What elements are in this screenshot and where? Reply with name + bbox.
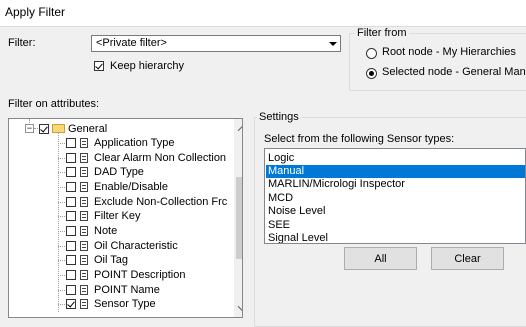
tree-item-checkbox[interactable] — [66, 197, 76, 207]
list-item[interactable]: SEE — [266, 219, 525, 232]
tree-item[interactable]: Note — [9, 224, 233, 238]
tree-item-checkbox[interactable] — [66, 299, 76, 309]
tree-item-label: Sensor Type — [94, 298, 156, 310]
tree-item-label: Exclude Non-Collection Frc — [94, 196, 228, 208]
attribute-tree[interactable]: − General Application Type Clear Alarm N… — [8, 118, 243, 318]
tree-item-checkbox[interactable] — [66, 270, 76, 280]
list-item[interactable]: MCD — [266, 192, 525, 205]
tree-item[interactable]: DAD Type — [9, 165, 233, 179]
list-item[interactable]: Manual — [266, 165, 525, 178]
list-item[interactable]: Noise Level — [266, 205, 525, 218]
selected-node-radio[interactable] — [366, 68, 377, 79]
document-icon — [80, 299, 88, 309]
collapse-icon[interactable]: − — [25, 124, 34, 133]
document-icon — [80, 285, 88, 295]
tree-item-checkbox[interactable] — [66, 211, 76, 221]
root-node-label: Root node - My Hierarchies — [382, 46, 516, 58]
tree-item-checkbox[interactable] — [66, 182, 76, 192]
tree-item[interactable]: Clear Alarm Non Collection — [9, 151, 233, 165]
filter-from-legend: Filter from — [355, 27, 409, 39]
tree-item[interactable]: Enable/Disable — [9, 180, 233, 194]
tree-item-checkbox[interactable] — [66, 153, 76, 163]
tree-group-label: General — [68, 123, 108, 135]
document-icon — [80, 270, 88, 280]
selected-node-label: Selected node - General Manu — [382, 66, 526, 78]
document-icon — [80, 226, 88, 236]
chevron-down-icon[interactable] — [326, 37, 339, 50]
tree-scroll-thumb[interactable] — [236, 177, 242, 259]
document-icon — [80, 241, 88, 251]
tree-item[interactable]: Application Type — [9, 136, 233, 150]
document-icon — [80, 255, 88, 265]
tree-item[interactable]: Oil Characteristic — [9, 239, 233, 253]
clear-button[interactable]: Clear — [431, 247, 504, 270]
filter-dropdown-value: <Private filter> — [96, 37, 167, 49]
tree-item-label: POINT Name — [94, 284, 160, 296]
tree-item-label: Filter Key — [94, 210, 141, 222]
window-title: Apply Filter — [5, 5, 66, 19]
sensor-type-list[interactable]: Logic Manual MARLIN/Micrologi Inspector … — [264, 148, 526, 244]
general-checkbox[interactable] — [39, 124, 49, 134]
sensor-types-prompt: Select from the following Sensor types: — [264, 133, 455, 145]
all-button-label: All — [374, 252, 387, 265]
tree-item-checkbox[interactable] — [66, 138, 76, 148]
tree-item[interactable]: Exclude Non-Collection Frc — [9, 195, 233, 209]
tree-item-checkbox[interactable] — [66, 241, 76, 251]
tree-item[interactable]: POINT Name — [9, 283, 233, 297]
settings-legend: Settings — [257, 111, 301, 123]
filter-from-group — [349, 33, 526, 91]
tree-item[interactable]: Oil Tag — [9, 253, 233, 267]
tree-item-label: Oil Tag — [94, 254, 129, 266]
tree-item-checkbox[interactable] — [66, 285, 76, 295]
tree-group-general[interactable]: − General — [9, 122, 233, 136]
tree-item-label: DAD Type — [94, 166, 144, 178]
tree-item-checkbox[interactable] — [66, 255, 76, 265]
document-icon — [80, 153, 88, 163]
document-icon — [80, 167, 88, 177]
list-item[interactable]: Signal Level — [266, 232, 525, 243]
document-icon — [80, 138, 88, 148]
tree-item-label: Note — [94, 225, 118, 237]
keep-hierarchy-label: Keep hierarchy — [110, 60, 184, 72]
tree-item[interactable]: Filter Key — [9, 209, 233, 223]
tree-item-label: Application Type — [94, 137, 175, 149]
tree-item-label: Enable/Disable — [94, 181, 168, 193]
tree-item-label: Clear Alarm Non Collection — [94, 152, 227, 164]
tree-item[interactable]: Sensor Type — [9, 297, 233, 311]
document-icon — [80, 211, 88, 221]
tree-item-checkbox[interactable] — [66, 167, 76, 177]
title-bar: Apply Filter — [0, 0, 526, 27]
filter-dropdown[interactable]: <Private filter> — [91, 35, 341, 52]
tree-item[interactable]: POINT Description — [9, 268, 233, 282]
document-icon — [80, 197, 88, 207]
document-icon — [80, 182, 88, 192]
list-item[interactable]: MARLIN/Micrologi Inspector — [266, 178, 525, 191]
clear-button-label: Clear — [454, 252, 481, 265]
attributes-label: Filter on attributes: — [8, 98, 100, 110]
list-item[interactable]: Logic — [266, 152, 525, 165]
tree-item-label: Oil Characteristic — [94, 240, 178, 252]
keep-hierarchy-checkbox[interactable] — [94, 61, 104, 71]
root-node-radio[interactable] — [366, 48, 377, 59]
tree-item-label: POINT Description — [94, 269, 186, 281]
filter-label: Filter: — [8, 37, 36, 49]
all-button[interactable]: All — [344, 247, 417, 270]
tree-item-checkbox[interactable] — [66, 226, 76, 236]
folder-icon — [52, 124, 65, 133]
